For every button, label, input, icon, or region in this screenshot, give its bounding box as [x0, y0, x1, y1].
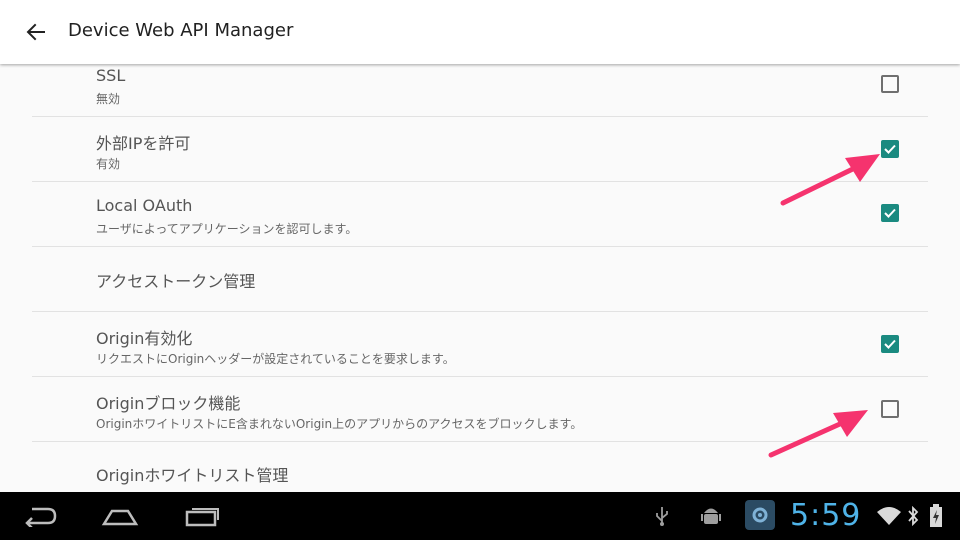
- check-icon: [884, 208, 896, 218]
- category-title: アクセストークン管理: [96, 272, 256, 291]
- usb-icon: [652, 502, 672, 530]
- setting-title: Originブロック機能: [96, 394, 241, 413]
- setting-title: Local OAuth: [96, 196, 193, 215]
- bluetooth-icon: [906, 502, 920, 530]
- arrow-left-icon: [26, 23, 45, 41]
- nav-recents-icon: [185, 508, 219, 527]
- nav-back-button[interactable]: [16, 500, 64, 532]
- setting-local-oauth[interactable]: Local OAuth ユーザによってアプリケーションを認可します。: [32, 182, 928, 247]
- wifi-icon: [876, 502, 902, 530]
- origin-block-checkbox[interactable]: [881, 400, 899, 418]
- setting-external-ip[interactable]: 外部IPを許可 有効: [32, 117, 928, 182]
- setting-summary: OriginホワイトリストにE含まれないOrigin上のアプリからのアクセスをブ…: [96, 417, 583, 431]
- page-title: Device Web API Manager: [68, 20, 294, 41]
- category-title: Originホワイトリスト管理: [96, 466, 289, 485]
- nav-back-icon: [25, 507, 57, 527]
- setting-title: SSL: [96, 66, 126, 85]
- check-icon: [884, 144, 896, 154]
- nav-home-button[interactable]: [96, 500, 144, 532]
- setting-summary: リクエストにOriginヘッダーが設定されていることを要求します。: [96, 352, 455, 366]
- app-notification-icon: [745, 500, 775, 530]
- origin-enable-checkbox[interactable]: [881, 335, 899, 353]
- app-bar: Device Web API Manager: [0, 0, 960, 64]
- back-button[interactable]: [18, 14, 54, 50]
- access-token-management[interactable]: アクセストークン管理: [32, 247, 928, 312]
- setting-title: 外部IPを許可: [96, 134, 191, 153]
- setting-summary: 有効: [96, 157, 121, 171]
- external-ip-checkbox[interactable]: [881, 140, 899, 158]
- ssl-checkbox[interactable]: [881, 75, 899, 93]
- android-debug-icon: [700, 502, 722, 530]
- status-clock: 5:59: [790, 498, 862, 533]
- check-icon: [884, 339, 896, 349]
- nav-recents-button[interactable]: [178, 500, 226, 532]
- setting-title: Origin有効化: [96, 329, 193, 348]
- settings-list: SSL 無効 外部IPを許可 有効 Local OAuth ユーザによってアプリ…: [0, 52, 960, 492]
- battery-charging-icon: [928, 502, 944, 530]
- setting-summary: ユーザによってアプリケーションを認可します。: [96, 222, 358, 236]
- system-bar: 5:59: [0, 492, 960, 540]
- nav-home-icon: [101, 509, 139, 526]
- setting-origin-block[interactable]: Originブロック機能 OriginホワイトリストにE含まれないOrigin上…: [32, 377, 928, 442]
- setting-origin-enable[interactable]: Origin有効化 リクエストにOriginヘッダーが設定されていることを要求し…: [32, 312, 928, 377]
- local-oauth-checkbox[interactable]: [881, 204, 899, 222]
- setting-summary: 無効: [96, 92, 121, 106]
- origin-whitelist-management[interactable]: Originホワイトリスト管理: [32, 442, 928, 492]
